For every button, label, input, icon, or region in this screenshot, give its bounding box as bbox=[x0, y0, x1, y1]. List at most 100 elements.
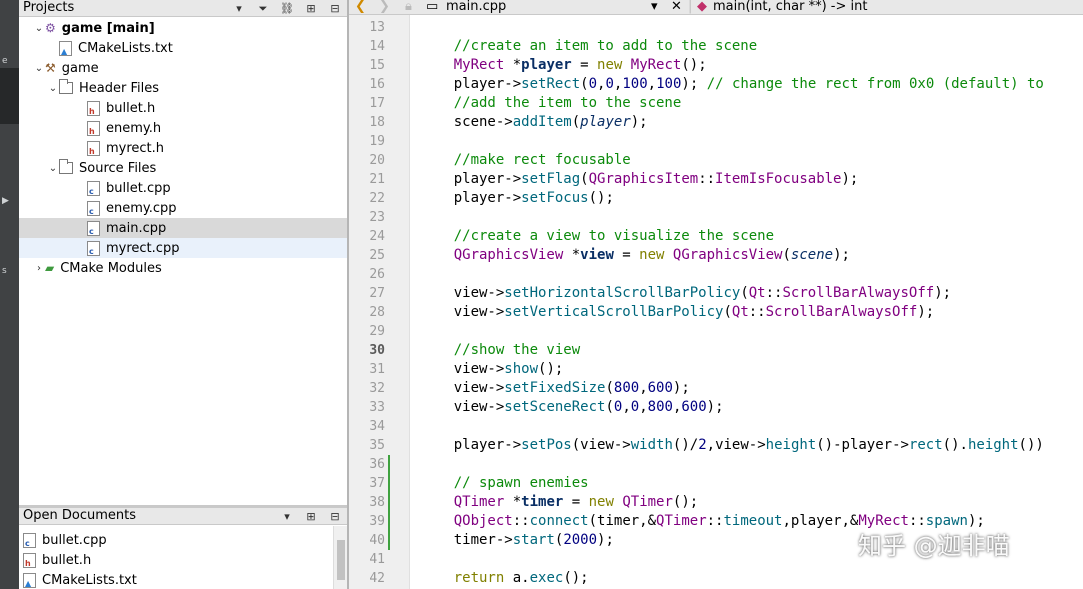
tree-item[interactable]: ⌄ Source Files bbox=[19, 158, 347, 178]
mode-label-edit[interactable]: e bbox=[2, 56, 8, 66]
code-token: timeout bbox=[723, 513, 783, 529]
scrollbar-thumb[interactable] bbox=[337, 540, 345, 580]
header-file-icon bbox=[87, 120, 100, 136]
expand-toggle-icon[interactable]: ⌄ bbox=[47, 163, 59, 174]
code-line: QGraphicsView *view = new QGraphicsView(… bbox=[420, 246, 850, 265]
expand-toggle-icon[interactable]: › bbox=[33, 263, 45, 274]
tree-item[interactable]: myrect.h bbox=[19, 138, 347, 158]
file-dropdown-icon[interactable]: ▾ bbox=[651, 0, 658, 14]
code-line: player->setFocus(); bbox=[420, 189, 614, 208]
open-document-label: bullet.h bbox=[42, 552, 92, 568]
code-token: new bbox=[597, 57, 623, 73]
filter-icon[interactable]: ⏷ bbox=[251, 0, 275, 17]
code-token: ); bbox=[630, 114, 648, 130]
code-token: QTimer bbox=[656, 513, 707, 529]
line-number: 37 bbox=[369, 476, 385, 491]
code-token: Qt bbox=[731, 304, 749, 320]
back-arrow-icon[interactable]: ❮ bbox=[355, 0, 366, 14]
open-document-item[interactable]: CMakeLists.txt bbox=[23, 570, 137, 589]
code-line: view->setSceneRect(0,0,800,600); bbox=[420, 398, 724, 417]
code-token: // spawn enemies bbox=[453, 475, 589, 491]
forward-arrow-icon[interactable]: ❯ bbox=[379, 0, 390, 14]
tree-item[interactable]: main.cpp bbox=[19, 218, 347, 238]
code-line: timer->start(2000); bbox=[420, 531, 614, 550]
tree-item-label: main.cpp bbox=[106, 220, 167, 236]
close-file-icon[interactable]: ✕ bbox=[671, 0, 682, 14]
open-document-label: bullet.cpp bbox=[42, 532, 107, 548]
code-token: player bbox=[580, 114, 631, 130]
line-number: 39 bbox=[369, 514, 385, 529]
cmake-file-icon bbox=[59, 40, 72, 56]
lock-icon: 🔒︎ bbox=[405, 0, 412, 14]
dropdown-arrow-icon[interactable]: ▾ bbox=[275, 508, 299, 525]
code-line: //add the item to the scene bbox=[420, 94, 682, 113]
code-token: view-> bbox=[420, 361, 505, 377]
tree-item[interactable]: myrect.cpp bbox=[19, 238, 347, 258]
open-document-item[interactable]: bullet.cpp bbox=[23, 530, 107, 550]
code-editor[interactable]: //create an item to add to the scene MyR… bbox=[412, 15, 1083, 589]
header-file-icon bbox=[87, 100, 100, 116]
code-token: QGraphicsItem bbox=[588, 171, 699, 187]
code-token: return bbox=[453, 570, 505, 586]
split-icon[interactable]: ⊞ bbox=[299, 0, 323, 17]
open-document-item[interactable]: bullet.h bbox=[23, 550, 91, 570]
current-file-name[interactable]: main.cpp bbox=[446, 0, 506, 14]
tree-item[interactable]: bullet.h bbox=[19, 98, 347, 118]
code-token: exec bbox=[529, 570, 564, 586]
file-icon: ▭ bbox=[426, 0, 439, 14]
link-icon[interactable]: ⛓ bbox=[275, 0, 299, 17]
code-token: scene-> bbox=[420, 114, 513, 130]
code-token: , bbox=[639, 380, 648, 396]
tree-item[interactable]: enemy.h bbox=[19, 118, 347, 138]
mode-label-design[interactable]: s bbox=[2, 266, 7, 276]
mode-selector-bar: e ▶ s bbox=[0, 0, 19, 589]
code-token: (); bbox=[588, 190, 614, 206]
tree-item-label: myrect.h bbox=[106, 140, 165, 156]
code-token: ( bbox=[723, 304, 732, 320]
close-pane-icon[interactable]: ⊟ bbox=[323, 508, 347, 525]
code-token: QGraphicsView bbox=[453, 247, 564, 263]
code-token: , bbox=[647, 76, 657, 92]
code-token: view bbox=[580, 247, 614, 263]
projects-header: Projects ▾ ⏷ ⛓ ⊞ ⊟ bbox=[19, 0, 347, 17]
editor-toolbar: ❮ ❯ 🔒︎ ▭ main.cpp ▾ ✕ | ◆ main(int, char… bbox=[349, 0, 1083, 15]
line-number: 36 bbox=[369, 457, 385, 472]
expand-toggle-icon[interactable]: ⌄ bbox=[33, 23, 45, 34]
function-symbol-icon: ◆ bbox=[697, 0, 707, 14]
tree-item[interactable]: bullet.cpp bbox=[19, 178, 347, 198]
expand-arrow-icon[interactable]: ▶ bbox=[2, 196, 9, 206]
dropdown-arrow-icon[interactable]: ▾ bbox=[227, 0, 251, 17]
symbol-selector[interactable]: main(int, char **) -> int bbox=[713, 0, 867, 14]
line-number: 13 bbox=[369, 20, 385, 35]
open-documents-header: Open Documents ▾ ⊞ ⊟ bbox=[19, 508, 347, 525]
code-token: player bbox=[521, 57, 572, 73]
tree-item[interactable]: ⌄ Header Files bbox=[19, 78, 347, 98]
code-token: ,view-> bbox=[706, 437, 766, 453]
code-token: ); bbox=[706, 399, 724, 415]
line-number: 26 bbox=[369, 267, 385, 282]
tree-item[interactable]: CMakeLists.txt bbox=[19, 38, 347, 58]
split-icon[interactable]: ⊞ bbox=[299, 508, 323, 525]
expand-toggle-icon[interactable]: ⌄ bbox=[33, 63, 45, 74]
tree-item[interactable]: ⌄ ⚒ game bbox=[19, 58, 347, 78]
hammer-icon: ⚒ bbox=[45, 61, 56, 75]
tree-item[interactable]: ⌄ ⚙ game [main] bbox=[19, 18, 347, 38]
code-line: //create an item to add to the scene bbox=[420, 37, 757, 56]
code-line: view->setVerticalScrollBarPolicy(Qt::Scr… bbox=[420, 303, 934, 322]
code-token: , bbox=[639, 399, 648, 415]
watermark: 知乎 @迦非喵 bbox=[858, 532, 1010, 560]
tree-item[interactable]: enemy.cpp bbox=[19, 198, 347, 218]
open-documents-scrollbar[interactable] bbox=[333, 526, 347, 589]
tree-item[interactable]: › ▰ CMake Modules bbox=[19, 258, 347, 278]
expand-toggle-icon[interactable]: ⌄ bbox=[47, 83, 59, 94]
code-token: setFocus bbox=[521, 190, 589, 206]
line-number: 20 bbox=[369, 153, 385, 168]
code-token: ()/ bbox=[672, 437, 699, 453]
close-pane-icon[interactable]: ⊟ bbox=[323, 0, 347, 17]
code-token: , bbox=[622, 399, 631, 415]
